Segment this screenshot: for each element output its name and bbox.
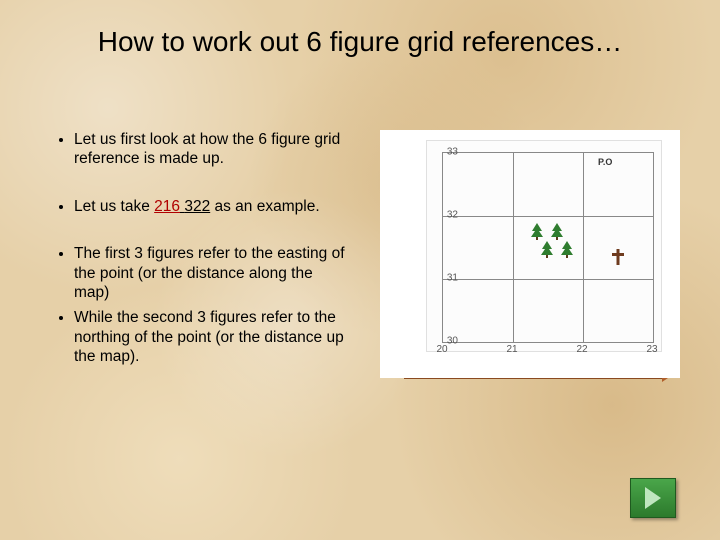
x-tick-21: 21 xyxy=(506,344,517,355)
next-button[interactable] xyxy=(630,478,676,518)
slide-title: How to work out 6 figure grid references… xyxy=(0,26,720,58)
po-label: P.O xyxy=(598,157,612,167)
bullet-2-pre: Let us take xyxy=(74,198,154,215)
y-tick-33: 33 xyxy=(447,147,458,158)
y-tick-32: 32 xyxy=(447,210,458,221)
easting-value: 216 xyxy=(154,198,180,215)
bullet-3: The first 3 figures refer to the easting… xyxy=(74,244,350,302)
bullet-1: Let us first look at how the 6 figure gr… xyxy=(74,130,350,169)
x-tick-23: 23 xyxy=(646,344,657,355)
grid-figure: 33 32 31 30 20 21 22 23 P.O xyxy=(380,130,680,378)
tree-icon xyxy=(560,240,574,258)
x-tick-22: 22 xyxy=(576,344,587,355)
tree-icon xyxy=(540,240,554,258)
bullet-4: While the second 3 figures refer to the … xyxy=(74,308,350,366)
y-tick-31: 31 xyxy=(447,273,458,284)
y-tick-30: 30 xyxy=(447,336,458,347)
tree-icon xyxy=(530,222,544,240)
tree-icon xyxy=(550,222,564,240)
cross-icon xyxy=(610,248,626,266)
play-icon xyxy=(645,487,661,509)
bullet-2-post: as an example. xyxy=(210,198,319,215)
x-tick-20: 20 xyxy=(436,344,447,355)
bullet-list: Let us first look at how the 6 figure gr… xyxy=(50,130,350,394)
northing-value: 322 xyxy=(184,198,210,215)
bullet-2: Let us take 216 322 as an example. xyxy=(74,197,350,216)
